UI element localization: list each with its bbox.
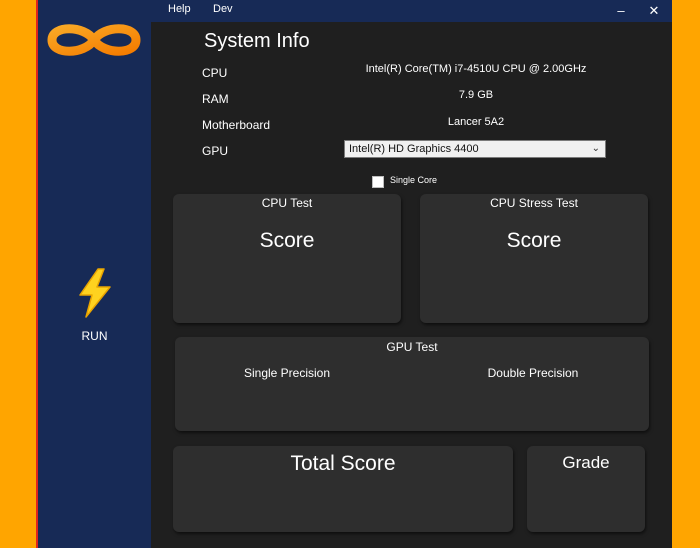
motherboard-value: Lancer 5A2 (447, 116, 505, 128)
gpu-test-panel: GPU Test Single Precision Double Precisi… (175, 337, 649, 431)
total-score-panel: Total Score (173, 446, 513, 532)
motherboard-label: Motherboard (202, 118, 271, 132)
double-precision-label: Double Precision (487, 366, 579, 380)
single-core-label[interactable]: Single Core (390, 175, 437, 185)
cpu-stress-test-panel: CPU Stress Test Score (420, 194, 648, 323)
lightning-bolt-icon (79, 268, 111, 318)
gpu-select-value: Intel(R) HD Graphics 4400 (349, 143, 479, 155)
minimize-button[interactable]: – (607, 1, 635, 21)
sidebar: RUN (38, 0, 151, 548)
cpu-value: Intel(R) Core(TM) i7-4510U CPU @ 2.00GHz (365, 63, 587, 75)
grade-panel: Grade (527, 446, 645, 532)
grade-label: Grade (562, 453, 610, 472)
ram-label: RAM (202, 92, 229, 106)
menu-help[interactable]: Help (168, 3, 191, 15)
run-button[interactable] (76, 268, 114, 323)
system-info-title: System Info (204, 30, 310, 52)
app-window: RUN Help Dev – ✕ System Info CPU Intel(R… (36, 0, 672, 548)
cpu-stress-test-title: CPU Stress Test (490, 196, 578, 210)
gpu-select[interactable]: Intel(R) HD Graphics 4400 ⌄ (344, 140, 606, 158)
gpu-label: GPU (202, 144, 229, 158)
close-button[interactable]: ✕ (640, 1, 668, 21)
gpu-test-title: GPU Test (386, 340, 438, 354)
single-precision-label: Single Precision (243, 366, 331, 380)
cpu-test-score: Score (259, 229, 315, 252)
cpu-stress-test-score: Score (506, 229, 562, 252)
cpu-test-title: CPU Test (261, 196, 313, 210)
cpu-test-panel: CPU Test Score (173, 194, 401, 323)
chevron-down-icon: ⌄ (591, 143, 600, 154)
single-core-checkbox[interactable] (372, 176, 384, 188)
title-bar: Help Dev – ✕ (151, 0, 672, 22)
run-label[interactable]: RUN (38, 329, 151, 343)
cpu-label: CPU (202, 66, 228, 80)
total-score-label: Total Score (290, 452, 396, 475)
infinity-logo-icon (44, 20, 144, 65)
menu-dev[interactable]: Dev (213, 3, 233, 15)
ram-value: 7.9 GB (458, 89, 494, 101)
